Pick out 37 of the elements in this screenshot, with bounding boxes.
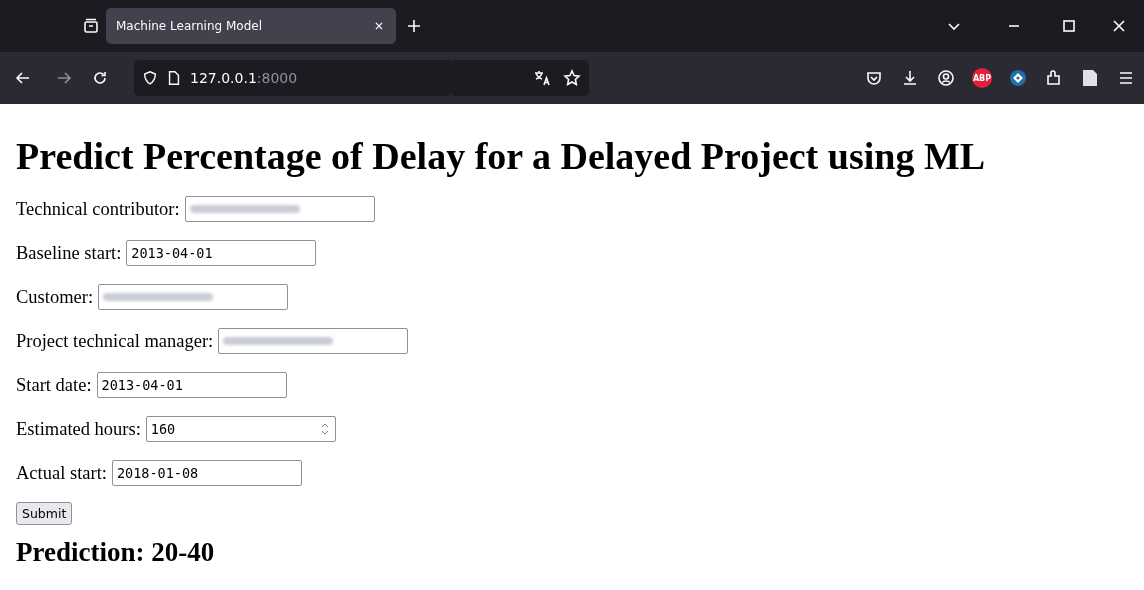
star-icon[interactable] xyxy=(563,69,581,87)
input-field[interactable]: 2013-04-01 xyxy=(126,240,317,266)
page-heading: Predict Percentage of Delay for a Delayed Project using ML xyxy=(16,134,987,178)
field-label: Estimated hours: xyxy=(16,418,141,440)
extension-icon[interactable] xyxy=(1009,69,1027,87)
input-field[interactable]: 2013-04-01 xyxy=(96,372,287,398)
page-icon[interactable] xyxy=(166,70,182,86)
field-label: Project technical manager: xyxy=(16,330,214,352)
translate-icon[interactable] xyxy=(533,69,551,87)
menu-icon[interactable] xyxy=(1117,69,1135,87)
shield-icon[interactable] xyxy=(142,70,158,86)
submit-button[interactable]: Submit xyxy=(16,502,73,525)
field-label: Customer: xyxy=(16,286,94,308)
tab-title: Machine Learning Model xyxy=(116,19,262,33)
address-bar[interactable]: 127.0.0.1:8000 xyxy=(134,60,452,96)
maximize-icon[interactable] xyxy=(1060,17,1078,35)
input-field[interactable]: 160 xyxy=(145,416,336,442)
puzzle-icon[interactable] xyxy=(1045,69,1063,87)
download-icon[interactable] xyxy=(901,69,919,87)
field-label: Start date: xyxy=(16,374,92,396)
account-icon[interactable] xyxy=(937,69,955,87)
field-label: Baseline start: xyxy=(16,242,122,264)
new-tab-icon[interactable] xyxy=(405,17,423,35)
extension-badge[interactable]: ABP xyxy=(971,67,993,89)
browser-tab[interactable]: Machine Learning Model xyxy=(106,8,396,44)
url-text: 127.0.0.1:8000 xyxy=(190,70,298,86)
input-field[interactable] xyxy=(218,328,409,354)
prediction-result: Prediction: 20-40 xyxy=(16,537,216,568)
input-field[interactable]: 2018-01-08 xyxy=(111,460,302,486)
pocket-icon[interactable] xyxy=(865,69,883,87)
field-label: Actual start: xyxy=(16,462,107,484)
field-label: Technical contributor: xyxy=(16,198,180,220)
document-icon[interactable] xyxy=(1082,69,1098,87)
input-field[interactable] xyxy=(98,284,289,310)
tab-list-icon[interactable] xyxy=(82,17,100,35)
input-field[interactable] xyxy=(184,196,375,222)
reload-icon[interactable] xyxy=(91,69,109,87)
